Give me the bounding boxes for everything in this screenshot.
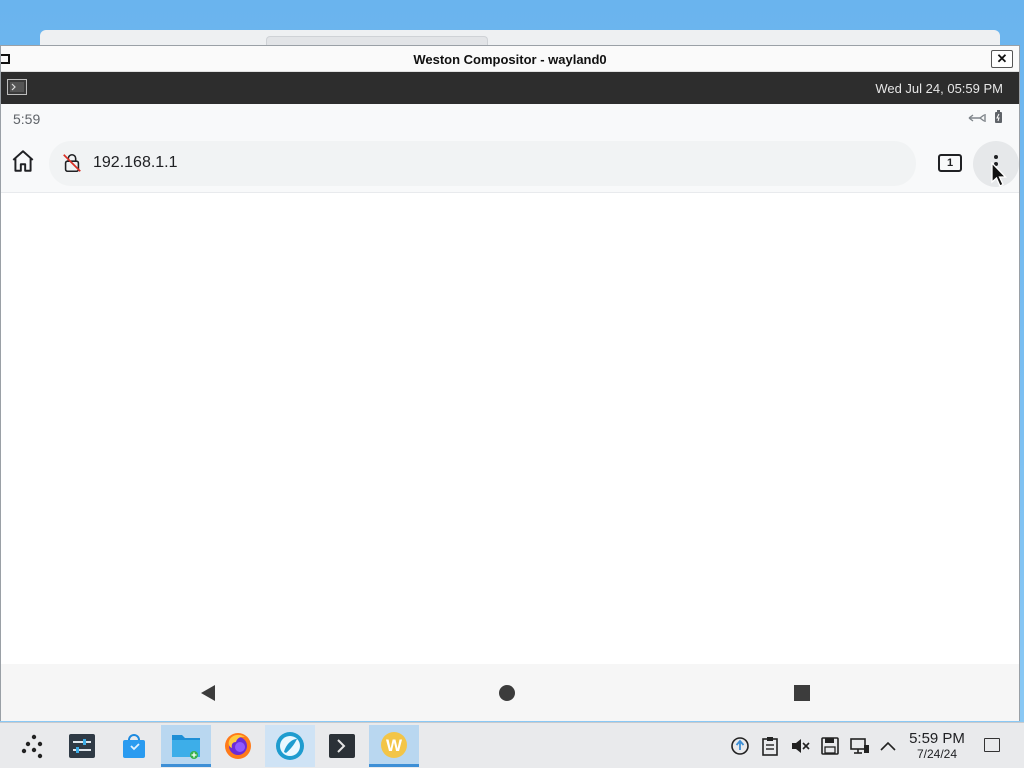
discover-store-button[interactable]	[109, 725, 159, 767]
ethernet-icon	[968, 111, 988, 129]
system-settings-button[interactable]	[57, 725, 107, 767]
home-circle-icon	[499, 685, 515, 701]
app-launcher-button[interactable]	[8, 725, 58, 767]
mouse-cursor-icon	[991, 162, 1008, 187]
window-titlebar[interactable]: Weston Compositor - wayland0 ✕	[1, 46, 1019, 72]
panel-clock: Wed Jul 24, 05:59 PM	[875, 81, 1003, 96]
volume-muted-icon	[792, 739, 810, 753]
network-wired-icon	[850, 738, 869, 754]
browser-toolbar: 192.168.1.1 1	[1, 131, 1019, 193]
waydroid-icon: W	[381, 731, 407, 758]
recents-button[interactable]	[791, 682, 813, 704]
storage-tray-button[interactable]	[819, 735, 841, 757]
terminal-icon	[329, 734, 355, 758]
clock-date: 7/24/24	[916, 747, 958, 761]
recents-square-icon	[794, 685, 810, 701]
back-triangle-icon	[201, 685, 215, 701]
window-close-button[interactable]: ✕	[991, 50, 1013, 68]
firefox-icon	[225, 733, 251, 759]
tab-switcher-button[interactable]: 1	[938, 154, 962, 172]
browser-icon	[276, 732, 304, 760]
update-notifier-icon	[731, 737, 749, 755]
back-button[interactable]	[197, 682, 219, 704]
terminal-launcher-icon[interactable]	[7, 79, 27, 95]
tab-count: 1	[946, 157, 954, 169]
file-manager-button[interactable]	[161, 725, 211, 767]
window-title: Weston Compositor - wayland0	[413, 52, 607, 67]
tray-expand-button[interactable]	[877, 735, 899, 757]
taskbar-clock[interactable]: 5:59 PM 7/24/24	[904, 730, 970, 762]
network-tray-button[interactable]	[849, 735, 871, 757]
weston-window: Weston Compositor - wayland0 ✕ Wed Jul 2…	[0, 45, 1020, 721]
chevron-up-icon	[880, 741, 896, 751]
terminal-button[interactable]	[317, 725, 367, 767]
discover-store-icon	[123, 734, 145, 758]
battery-icon	[994, 110, 1003, 129]
file-manager-icon	[172, 734, 200, 759]
update-tray-button[interactable]	[729, 735, 751, 757]
close-icon: ✕	[996, 51, 1008, 66]
address-bar[interactable]: 192.168.1.1	[49, 141, 916, 186]
browser-button[interactable]	[265, 725, 315, 767]
status-time: 5:59	[13, 111, 41, 127]
firefox-button[interactable]	[213, 725, 263, 767]
android-status-bar: 5:59	[1, 104, 1019, 131]
home-nav-button[interactable]	[496, 682, 518, 704]
show-desktop-button[interactable]	[984, 738, 1000, 752]
waydroid-button[interactable]: W	[369, 725, 419, 767]
clipboard-icon	[762, 737, 778, 756]
clipboard-tray-button[interactable]	[759, 735, 781, 757]
app-launcher-icon	[21, 734, 43, 759]
url-text[interactable]: 192.168.1.1	[93, 154, 178, 172]
not-secure-icon	[63, 153, 81, 173]
disk-save-icon	[821, 737, 839, 755]
clock-time: 5:59 PM	[909, 730, 965, 747]
home-button[interactable]	[7, 145, 39, 177]
weston-panel: Wed Jul 24, 05:59 PM	[1, 72, 1019, 104]
home-icon	[12, 150, 34, 172]
status-icons	[968, 110, 1003, 129]
system-settings-icon	[69, 734, 95, 758]
android-screen: 5:59 192.168.1.1 1	[1, 104, 1019, 721]
taskbar: W 5:59 PM 7/24/24	[0, 722, 1024, 768]
web-content[interactable]	[1, 194, 1019, 664]
volume-tray-button[interactable]	[789, 735, 811, 757]
svg-text:W: W	[386, 736, 403, 755]
more-vert-icon	[994, 155, 998, 159]
android-nav-bar	[1, 664, 1019, 721]
